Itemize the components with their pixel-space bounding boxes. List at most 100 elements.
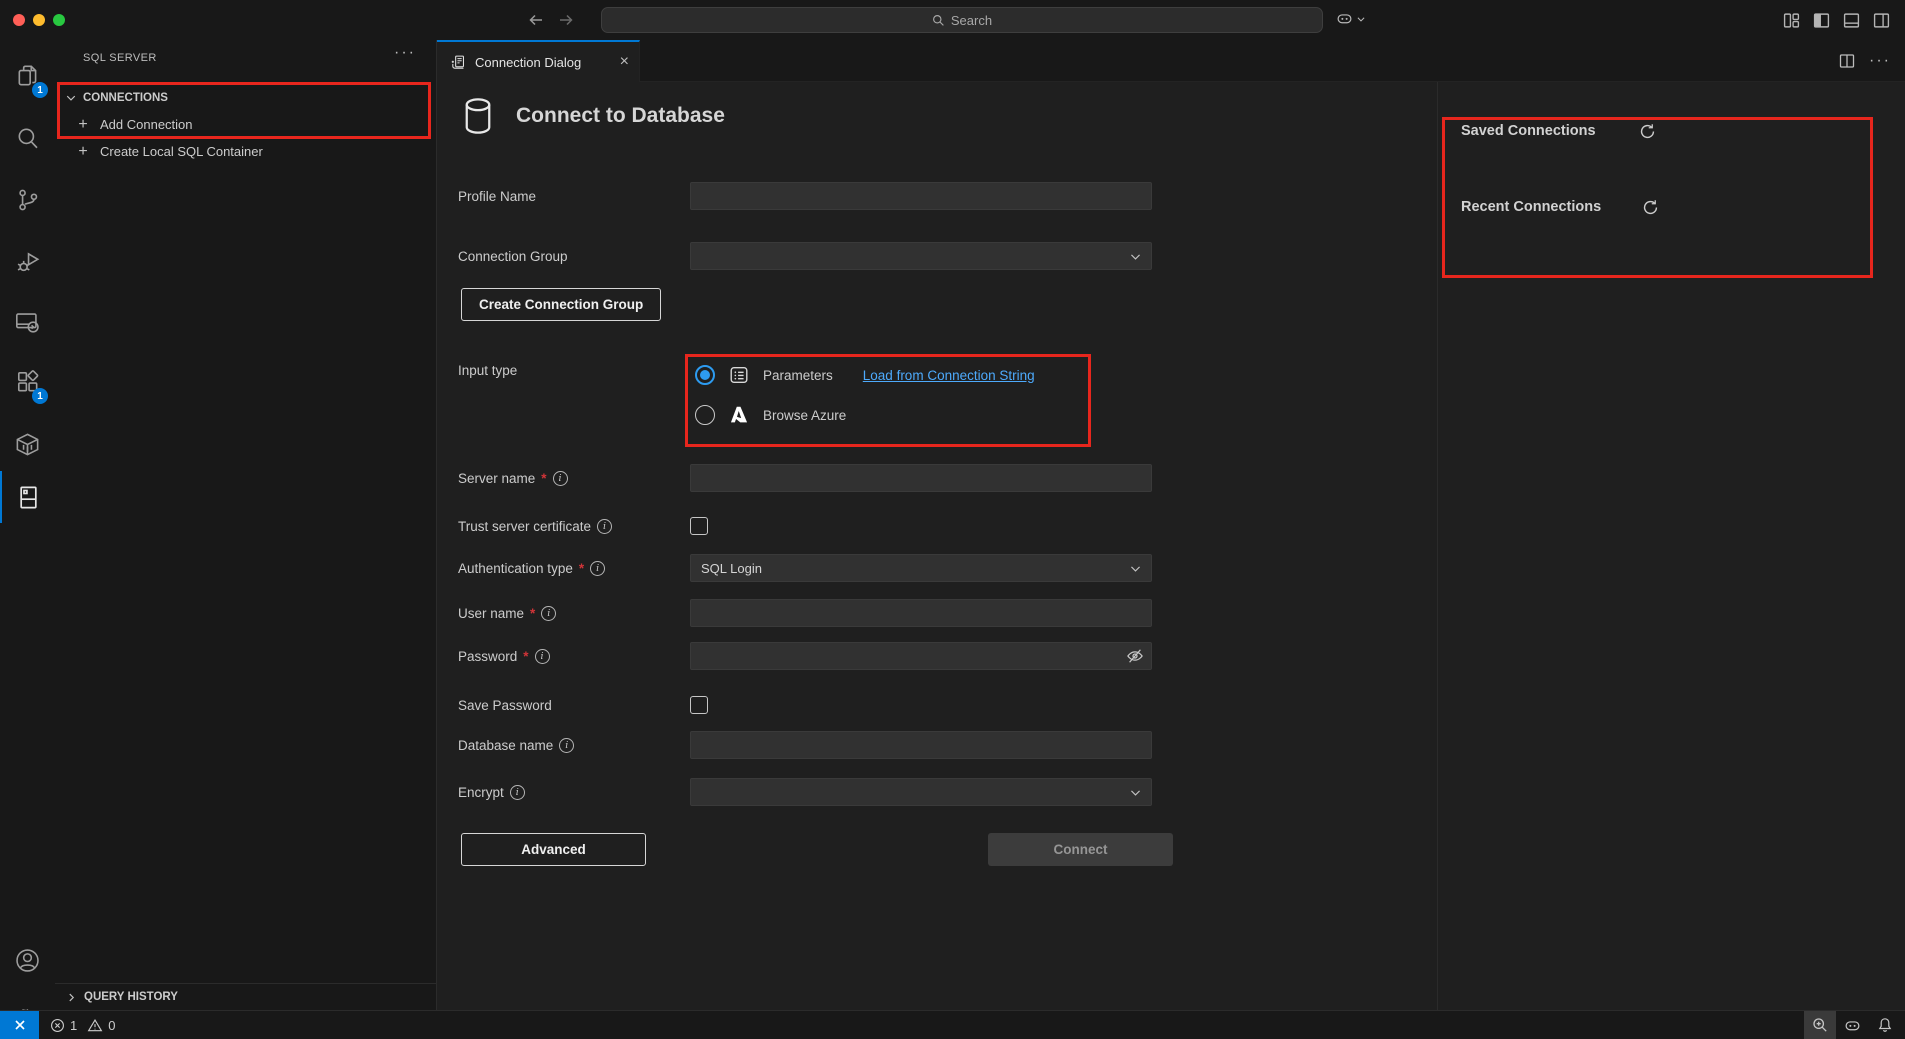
sidebar-item-explorer[interactable]: 1 [0, 52, 55, 100]
database-name-label: Database name i [458, 738, 690, 753]
trust-cert-checkbox[interactable] [690, 517, 708, 535]
user-name-row: User name* i [458, 599, 1152, 627]
advanced-button[interactable]: Advanced [461, 833, 646, 866]
sidebar-item-search[interactable] [0, 114, 55, 162]
save-password-row: Save Password [458, 691, 708, 719]
profile-name-row: Profile Name [458, 182, 1152, 210]
encrypt-label: Encrypt i [458, 785, 690, 800]
database-name-input[interactable] [690, 731, 1152, 759]
connections-section-header[interactable]: CONNECTIONS [55, 84, 436, 111]
remote-explorer-icon [14, 309, 41, 336]
browse-azure-radio-row: Browse Azure [695, 401, 846, 429]
notifications-button[interactable] [1869, 1011, 1905, 1039]
info-icon[interactable]: i [510, 785, 525, 800]
user-name-label: User name* i [458, 606, 690, 621]
errors-count: 1 [70, 1018, 77, 1033]
trust-cert-row: Trust server certificate i [458, 512, 708, 540]
remote-indicator[interactable] [0, 1011, 39, 1039]
nav-back-icon[interactable] [528, 12, 544, 28]
zoom-window-button[interactable] [53, 14, 65, 26]
info-icon[interactable]: i [541, 606, 556, 621]
info-icon[interactable]: i [559, 738, 574, 753]
info-icon[interactable]: i [553, 471, 568, 486]
auth-type-dropdown[interactable]: SQL Login [690, 554, 1152, 582]
problems-indicator[interactable]: 1 0 [50, 1018, 115, 1033]
database-icon [460, 96, 496, 136]
create-connection-group-button[interactable]: Create Connection Group [461, 288, 661, 321]
zoom-status-button[interactable] [1804, 1011, 1836, 1039]
database-name-row: Database name i [458, 731, 1152, 759]
bell-icon [1877, 1017, 1893, 1033]
connection-dialog-tab-icon [450, 54, 467, 71]
profile-name-input[interactable] [690, 182, 1152, 210]
split-editor-icon[interactable] [1839, 53, 1855, 69]
close-window-button[interactable] [13, 14, 25, 26]
info-icon[interactable]: i [597, 519, 612, 534]
plus-icon: + [75, 143, 91, 161]
info-icon[interactable]: i [535, 649, 550, 664]
toggle-password-visibility-icon[interactable] [1125, 646, 1145, 666]
sidebar-item-run-debug[interactable] [0, 238, 55, 286]
tab-bar: Connection Dialog × ··· [437, 40, 1905, 82]
chevron-down-icon [65, 92, 77, 104]
customize-layout-icon[interactable] [1783, 12, 1800, 29]
copilot-menu-button[interactable] [1336, 10, 1366, 27]
sidebar-item-sql-server[interactable] [0, 471, 55, 523]
tab-connection-dialog[interactable]: Connection Dialog × [437, 40, 640, 82]
source-control-icon [15, 187, 41, 213]
password-label: Password* i [458, 649, 690, 664]
load-from-connection-string-link[interactable]: Load from Connection String [863, 368, 1035, 383]
save-password-checkbox[interactable] [690, 696, 708, 714]
minimize-window-button[interactable] [33, 14, 45, 26]
tab-close-icon[interactable]: × [620, 54, 629, 70]
command-center-search[interactable]: Search [601, 7, 1323, 33]
toggle-secondary-sidebar-icon[interactable] [1873, 12, 1890, 29]
page-title: Connect to Database [516, 104, 725, 128]
parameters-radio-row: Parameters Load from Connection String [695, 361, 1035, 389]
browse-azure-option-label: Browse Azure [763, 408, 846, 423]
parameters-radio[interactable] [695, 365, 715, 385]
nav-forward-icon[interactable] [558, 12, 574, 28]
browse-azure-radio[interactable] [695, 405, 715, 425]
chevron-down-icon [1356, 14, 1366, 24]
save-password-label: Save Password [458, 698, 690, 713]
account-icon [14, 947, 41, 974]
server-name-input[interactable] [690, 464, 1152, 492]
editor-more-actions-icon[interactable]: ··· [1869, 52, 1891, 70]
connect-button[interactable]: Connect [988, 833, 1173, 866]
info-icon[interactable]: i [590, 561, 605, 576]
toggle-primary-sidebar-icon[interactable] [1813, 12, 1830, 29]
user-name-input[interactable] [690, 599, 1152, 627]
add-connection-item[interactable]: + Add Connection [55, 111, 436, 138]
encrypt-dropdown[interactable] [690, 778, 1152, 806]
auth-type-value: SQL Login [701, 561, 762, 576]
toggle-panel-icon[interactable] [1843, 12, 1860, 29]
remote-icon [12, 1017, 28, 1033]
sidebar-more-actions-icon[interactable]: ··· [394, 44, 416, 62]
primary-sidebar: SQL SERVER ··· CONNECTIONS + Add Connect… [55, 40, 437, 1010]
password-input[interactable] [690, 642, 1152, 670]
copilot-icon [1336, 10, 1353, 27]
sidebar-item-source-control[interactable] [0, 176, 55, 224]
sidebar-item-extensions[interactable]: 1 [0, 358, 55, 406]
panel-divider [1437, 82, 1438, 1010]
input-type-row: Input type [458, 356, 690, 384]
connection-dialog-content: Connect to Database Profile Name Connect… [437, 82, 1905, 1010]
search-icon [15, 125, 41, 151]
refresh-saved-connections-icon[interactable] [1638, 122, 1657, 141]
copilot-icon [1844, 1017, 1861, 1034]
encrypt-row: Encrypt i [458, 778, 1152, 806]
refresh-recent-connections-icon[interactable] [1641, 198, 1660, 217]
sidebar-item-remote-explorer[interactable] [0, 298, 55, 346]
warnings-icon [87, 1018, 103, 1033]
query-history-section-header[interactable]: QUERY HISTORY [55, 983, 436, 1010]
create-local-sql-container-item[interactable]: + Create Local SQL Container [55, 138, 436, 165]
sidebar-item-containers[interactable] [0, 420, 55, 468]
search-placeholder: Search [951, 13, 992, 28]
saved-connections-header: Saved Connections [1461, 118, 1657, 144]
chevron-down-icon [1129, 250, 1142, 263]
connection-group-dropdown[interactable] [690, 242, 1152, 270]
status-bar: 1 0 [0, 1010, 1905, 1039]
account-button[interactable] [0, 936, 55, 984]
copilot-status-button[interactable] [1836, 1011, 1869, 1039]
